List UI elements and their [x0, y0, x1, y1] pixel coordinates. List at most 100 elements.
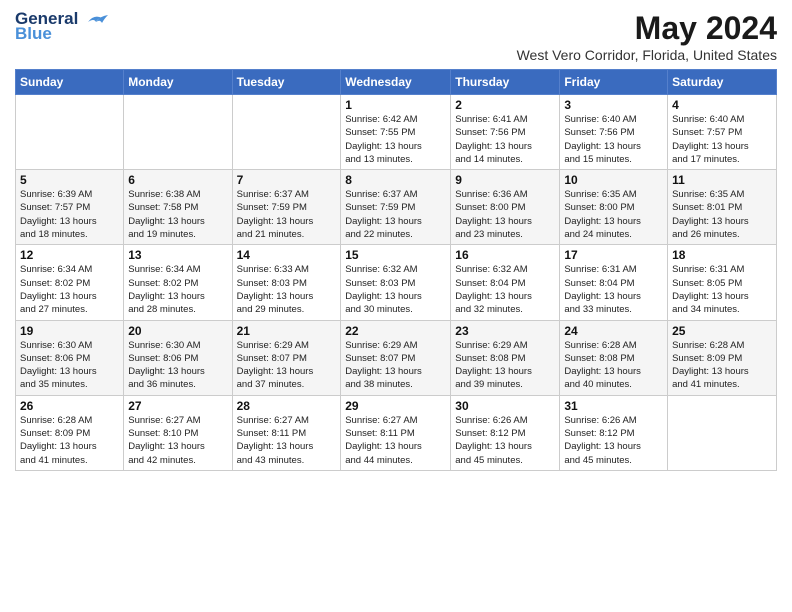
day-number: 1 — [345, 98, 446, 112]
day-cell: 15Sunrise: 6:32 AMSunset: 8:03 PMDayligh… — [341, 245, 451, 320]
day-cell: 27Sunrise: 6:27 AMSunset: 8:10 PMDayligh… — [124, 395, 232, 470]
day-cell: 7Sunrise: 6:37 AMSunset: 7:59 PMDaylight… — [232, 170, 341, 245]
day-info: Sunrise: 6:27 AMSunset: 8:11 PMDaylight:… — [237, 414, 337, 467]
day-number: 15 — [345, 248, 446, 262]
day-number: 27 — [128, 399, 227, 413]
day-info: Sunrise: 6:34 AMSunset: 8:02 PMDaylight:… — [128, 263, 227, 316]
day-info: Sunrise: 6:39 AMSunset: 7:57 PMDaylight:… — [20, 188, 119, 241]
day-number: 30 — [455, 399, 555, 413]
day-cell: 19Sunrise: 6:30 AMSunset: 8:06 PMDayligh… — [16, 320, 124, 395]
logo: General Blue — [15, 10, 110, 42]
weekday-wednesday: Wednesday — [341, 70, 451, 95]
week-row-3: 12Sunrise: 6:34 AMSunset: 8:02 PMDayligh… — [16, 245, 777, 320]
weekday-saturday: Saturday — [668, 70, 777, 95]
day-number: 7 — [237, 173, 337, 187]
day-cell: 9Sunrise: 6:36 AMSunset: 8:00 PMDaylight… — [451, 170, 560, 245]
day-number: 8 — [345, 173, 446, 187]
weekday-monday: Monday — [124, 70, 232, 95]
main-title: May 2024 — [517, 10, 777, 47]
day-cell: 21Sunrise: 6:29 AMSunset: 8:07 PMDayligh… — [232, 320, 341, 395]
day-info: Sunrise: 6:37 AMSunset: 7:59 PMDaylight:… — [345, 188, 446, 241]
day-number: 22 — [345, 324, 446, 338]
day-info: Sunrise: 6:30 AMSunset: 8:06 PMDaylight:… — [128, 339, 227, 392]
day-number: 14 — [237, 248, 337, 262]
header: General Blue May 2024 West Vero Corridor… — [15, 10, 777, 63]
day-number: 21 — [237, 324, 337, 338]
day-info: Sunrise: 6:28 AMSunset: 8:09 PMDaylight:… — [672, 339, 772, 392]
day-cell: 14Sunrise: 6:33 AMSunset: 8:03 PMDayligh… — [232, 245, 341, 320]
weekday-header-row: SundayMondayTuesdayWednesdayThursdayFrid… — [16, 70, 777, 95]
day-info: Sunrise: 6:40 AMSunset: 7:56 PMDaylight:… — [564, 113, 663, 166]
day-cell: 18Sunrise: 6:31 AMSunset: 8:05 PMDayligh… — [668, 245, 777, 320]
day-number: 31 — [564, 399, 663, 413]
day-cell: 8Sunrise: 6:37 AMSunset: 7:59 PMDaylight… — [341, 170, 451, 245]
day-info: Sunrise: 6:37 AMSunset: 7:59 PMDaylight:… — [237, 188, 337, 241]
week-row-1: 1Sunrise: 6:42 AMSunset: 7:55 PMDaylight… — [16, 95, 777, 170]
day-info: Sunrise: 6:29 AMSunset: 8:08 PMDaylight:… — [455, 339, 555, 392]
week-row-2: 5Sunrise: 6:39 AMSunset: 7:57 PMDaylight… — [16, 170, 777, 245]
day-cell: 23Sunrise: 6:29 AMSunset: 8:08 PMDayligh… — [451, 320, 560, 395]
day-number: 20 — [128, 324, 227, 338]
day-cell — [232, 95, 341, 170]
day-number: 17 — [564, 248, 663, 262]
day-number: 12 — [20, 248, 119, 262]
weekday-sunday: Sunday — [16, 70, 124, 95]
weekday-thursday: Thursday — [451, 70, 560, 95]
logo-bird-icon — [80, 10, 110, 32]
day-info: Sunrise: 6:32 AMSunset: 8:04 PMDaylight:… — [455, 263, 555, 316]
day-info: Sunrise: 6:26 AMSunset: 8:12 PMDaylight:… — [455, 414, 555, 467]
day-cell: 28Sunrise: 6:27 AMSunset: 8:11 PMDayligh… — [232, 395, 341, 470]
day-info: Sunrise: 6:27 AMSunset: 8:11 PMDaylight:… — [345, 414, 446, 467]
day-info: Sunrise: 6:28 AMSunset: 8:09 PMDaylight:… — [20, 414, 119, 467]
day-number: 6 — [128, 173, 227, 187]
day-number: 18 — [672, 248, 772, 262]
day-number: 23 — [455, 324, 555, 338]
day-number: 28 — [237, 399, 337, 413]
day-info: Sunrise: 6:38 AMSunset: 7:58 PMDaylight:… — [128, 188, 227, 241]
day-info: Sunrise: 6:30 AMSunset: 8:06 PMDaylight:… — [20, 339, 119, 392]
day-info: Sunrise: 6:42 AMSunset: 7:55 PMDaylight:… — [345, 113, 446, 166]
day-cell — [124, 95, 232, 170]
day-cell: 31Sunrise: 6:26 AMSunset: 8:12 PMDayligh… — [560, 395, 668, 470]
day-cell: 25Sunrise: 6:28 AMSunset: 8:09 PMDayligh… — [668, 320, 777, 395]
calendar: SundayMondayTuesdayWednesdayThursdayFrid… — [15, 69, 777, 471]
week-row-4: 19Sunrise: 6:30 AMSunset: 8:06 PMDayligh… — [16, 320, 777, 395]
day-cell — [668, 395, 777, 470]
day-cell: 20Sunrise: 6:30 AMSunset: 8:06 PMDayligh… — [124, 320, 232, 395]
day-info: Sunrise: 6:29 AMSunset: 8:07 PMDaylight:… — [237, 339, 337, 392]
day-info: Sunrise: 6:36 AMSunset: 8:00 PMDaylight:… — [455, 188, 555, 241]
week-row-5: 26Sunrise: 6:28 AMSunset: 8:09 PMDayligh… — [16, 395, 777, 470]
title-block: May 2024 West Vero Corridor, Florida, Un… — [517, 10, 777, 63]
day-info: Sunrise: 6:29 AMSunset: 8:07 PMDaylight:… — [345, 339, 446, 392]
day-info: Sunrise: 6:31 AMSunset: 8:04 PMDaylight:… — [564, 263, 663, 316]
day-cell: 13Sunrise: 6:34 AMSunset: 8:02 PMDayligh… — [124, 245, 232, 320]
day-info: Sunrise: 6:41 AMSunset: 7:56 PMDaylight:… — [455, 113, 555, 166]
logo-blue: Blue — [15, 25, 78, 42]
day-info: Sunrise: 6:31 AMSunset: 8:05 PMDaylight:… — [672, 263, 772, 316]
day-cell: 4Sunrise: 6:40 AMSunset: 7:57 PMDaylight… — [668, 95, 777, 170]
day-cell: 3Sunrise: 6:40 AMSunset: 7:56 PMDaylight… — [560, 95, 668, 170]
day-info: Sunrise: 6:40 AMSunset: 7:57 PMDaylight:… — [672, 113, 772, 166]
day-cell: 17Sunrise: 6:31 AMSunset: 8:04 PMDayligh… — [560, 245, 668, 320]
day-number: 13 — [128, 248, 227, 262]
day-info: Sunrise: 6:26 AMSunset: 8:12 PMDaylight:… — [564, 414, 663, 467]
day-info: Sunrise: 6:28 AMSunset: 8:08 PMDaylight:… — [564, 339, 663, 392]
day-cell: 6Sunrise: 6:38 AMSunset: 7:58 PMDaylight… — [124, 170, 232, 245]
day-cell: 24Sunrise: 6:28 AMSunset: 8:08 PMDayligh… — [560, 320, 668, 395]
day-info: Sunrise: 6:35 AMSunset: 8:00 PMDaylight:… — [564, 188, 663, 241]
day-cell: 2Sunrise: 6:41 AMSunset: 7:56 PMDaylight… — [451, 95, 560, 170]
day-number: 19 — [20, 324, 119, 338]
day-cell: 11Sunrise: 6:35 AMSunset: 8:01 PMDayligh… — [668, 170, 777, 245]
day-number: 5 — [20, 173, 119, 187]
day-info: Sunrise: 6:35 AMSunset: 8:01 PMDaylight:… — [672, 188, 772, 241]
day-number: 26 — [20, 399, 119, 413]
day-info: Sunrise: 6:34 AMSunset: 8:02 PMDaylight:… — [20, 263, 119, 316]
day-number: 11 — [672, 173, 772, 187]
day-number: 25 — [672, 324, 772, 338]
day-cell: 16Sunrise: 6:32 AMSunset: 8:04 PMDayligh… — [451, 245, 560, 320]
day-number: 29 — [345, 399, 446, 413]
day-info: Sunrise: 6:32 AMSunset: 8:03 PMDaylight:… — [345, 263, 446, 316]
day-number: 2 — [455, 98, 555, 112]
day-number: 4 — [672, 98, 772, 112]
day-number: 9 — [455, 173, 555, 187]
